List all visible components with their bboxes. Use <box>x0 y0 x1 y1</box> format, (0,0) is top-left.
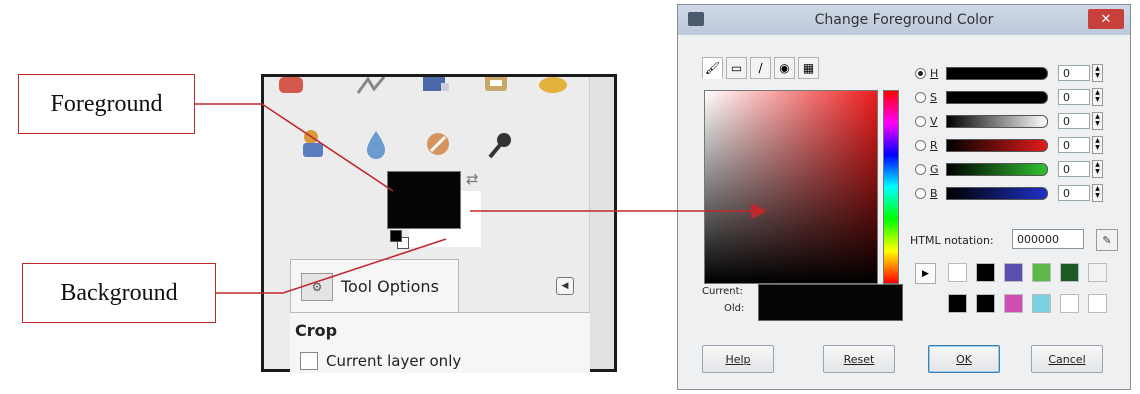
annotation-arrows <box>195 103 768 294</box>
foreground-callout-leader <box>195 103 394 192</box>
background-callout-leader <box>216 238 447 294</box>
